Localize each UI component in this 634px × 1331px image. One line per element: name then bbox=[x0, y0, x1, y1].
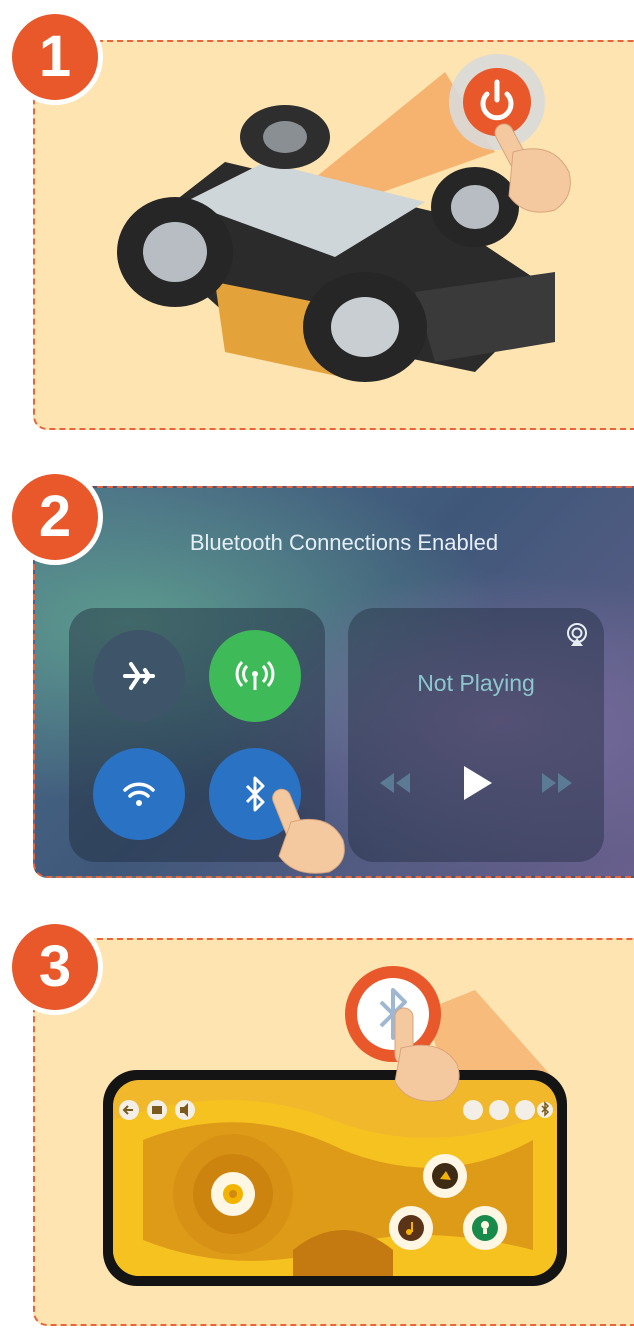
now-playing-widget: Not Playing bbox=[348, 608, 604, 862]
step-2-badge: 2 bbox=[12, 474, 98, 560]
home-button[interactable] bbox=[147, 1100, 167, 1120]
pointing-hand-icon bbox=[272, 788, 345, 874]
cellular-data-toggle[interactable] bbox=[209, 630, 301, 722]
wifi-toggle[interactable] bbox=[93, 748, 185, 840]
airplane-icon bbox=[123, 662, 155, 690]
phone-device bbox=[103, 1070, 567, 1286]
fast-forward-icon[interactable] bbox=[540, 771, 574, 795]
controller-app-view bbox=[113, 1100, 557, 1276]
rewind-icon[interactable] bbox=[378, 771, 412, 795]
joystick[interactable] bbox=[173, 1134, 293, 1254]
music-button[interactable] bbox=[389, 1206, 433, 1250]
top-right-button[interactable] bbox=[515, 1100, 535, 1120]
robot-car-illustration bbox=[117, 54, 571, 382]
step-1-badge: 1 bbox=[12, 14, 98, 100]
horn-button[interactable] bbox=[423, 1154, 467, 1198]
back-button[interactable] bbox=[119, 1100, 139, 1120]
wheel bbox=[240, 105, 330, 169]
bluetooth-connect-button[interactable] bbox=[537, 1101, 553, 1118]
airplane-mode-toggle[interactable] bbox=[93, 630, 185, 722]
step-2-panel: Bluetooth Connections Enabled Not Playin… bbox=[33, 486, 634, 878]
cellular-icon bbox=[235, 660, 275, 690]
wheel bbox=[117, 197, 233, 307]
step-3-badge: 3 bbox=[12, 924, 98, 1010]
light-button[interactable] bbox=[463, 1206, 507, 1250]
pointing-hand-icon bbox=[394, 1007, 460, 1102]
wheel bbox=[303, 272, 427, 382]
now-playing-status: Not Playing bbox=[417, 670, 535, 696]
control-center-title: Bluetooth Connections Enabled bbox=[189, 530, 499, 555]
step-1-panel bbox=[33, 40, 634, 430]
connectivity-toggles bbox=[69, 608, 345, 874]
sound-button[interactable] bbox=[175, 1100, 195, 1120]
step-3-panel bbox=[33, 938, 634, 1326]
top-right-button[interactable] bbox=[489, 1100, 509, 1120]
play-icon[interactable] bbox=[460, 764, 494, 802]
airplay-icon[interactable] bbox=[564, 622, 590, 648]
app-screen bbox=[113, 1080, 557, 1276]
wheel bbox=[431, 167, 519, 247]
wifi-icon bbox=[123, 782, 155, 806]
